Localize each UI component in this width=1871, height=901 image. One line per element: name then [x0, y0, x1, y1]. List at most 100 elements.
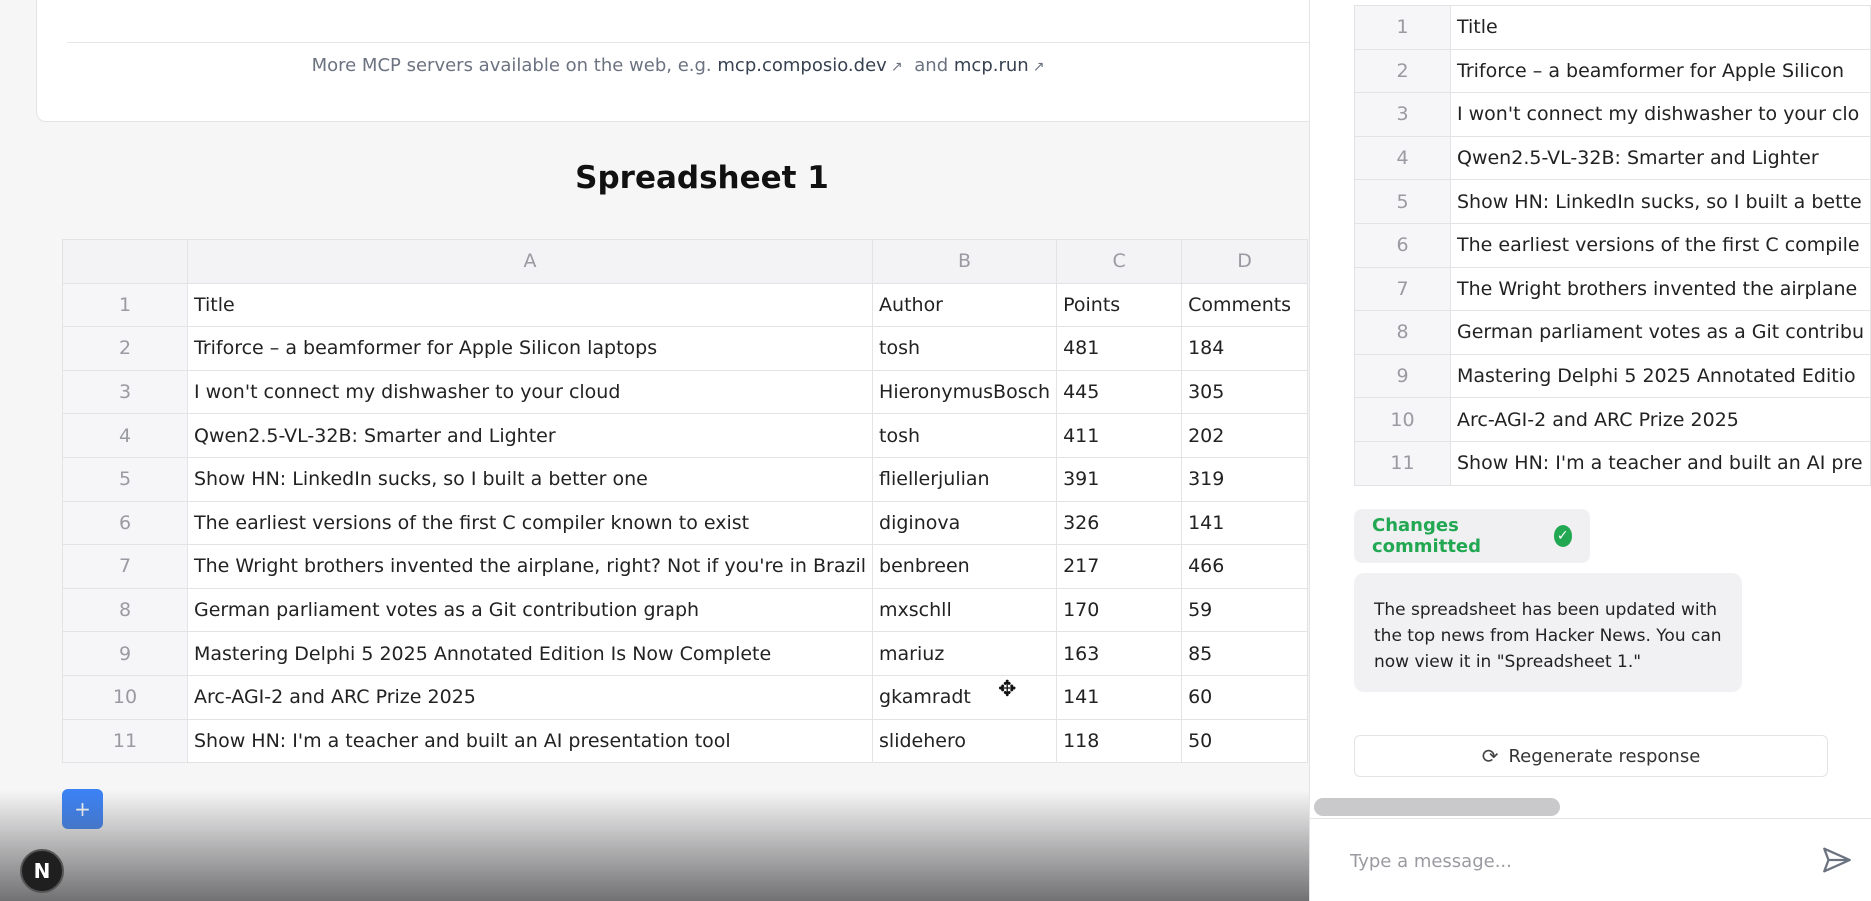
table-cell[interactable]: 118: [1056, 718, 1183, 764]
regenerate-button[interactable]: ⟳ Regenerate response: [1354, 735, 1828, 777]
message-input[interactable]: [1350, 841, 1790, 881]
table-cell[interactable]: 319: [1181, 456, 1309, 502]
table-cell[interactable]: 466: [1181, 544, 1309, 589]
table-cell[interactable]: 141: [1181, 500, 1309, 546]
table-cell: Qwen2.5-VL-32B: Smarter and Lighter: [1450, 135, 1871, 181]
row-number[interactable]: 6: [62, 500, 188, 546]
sheet-title: Spreadsheet 1: [575, 160, 829, 196]
table-cell: Arc-AGI-2 and ARC Prize 2025: [1450, 397, 1871, 442]
row-number[interactable]: 10: [62, 674, 188, 720]
table-row: 2 Triforce – a beamformer for Apple Silic…: [62, 326, 1309, 371]
table-cell: I won't connect my dishwasher to your cl…: [1450, 92, 1871, 137]
table-row: 10 Arc-AGI-2 and ARC Prize 2025 gkamradt 14…: [62, 674, 1309, 720]
table-cell[interactable]: Triforce – a beamformer for Apple Silico…: [186, 326, 874, 371]
chat-panel: 1 Title 2 Triforce – a beamformer for Apple…: [1309, 0, 1871, 901]
table-cell[interactable]: Author: [872, 282, 1058, 328]
table-cell[interactable]: 326: [1056, 500, 1183, 546]
table-cell[interactable]: mxschll: [872, 587, 1058, 633]
row-number[interactable]: 11: [62, 718, 188, 764]
table-cell[interactable]: The earliest versions of the first C com…: [186, 500, 874, 546]
table-cell[interactable]: 445: [1056, 369, 1183, 415]
table-row: 8 German parliament votes as a Git contri…: [1354, 310, 1871, 355]
table-cell[interactable]: 411: [1056, 413, 1183, 458]
chat-sheet-preview: 1 Title 2 Triforce – a beamformer for Apple…: [1354, 5, 1871, 486]
row-number[interactable]: 7: [62, 544, 188, 589]
mcp-run-link[interactable]: mcp.run: [954, 55, 1029, 76]
table-cell[interactable]: I won't connect my dishwasher to your cl…: [186, 369, 874, 415]
row-number: 2: [1354, 48, 1451, 94]
row-number: 1: [1354, 5, 1451, 50]
table-row: 4 Qwen2.5-VL-32B: Smarter and Lighter tosh…: [62, 413, 1309, 458]
table-cell[interactable]: Comments: [1181, 282, 1309, 328]
table-row: 1 Title: [1354, 5, 1871, 50]
table-cell[interactable]: 163: [1056, 631, 1183, 676]
table-cell[interactable]: fliellerjulian: [872, 456, 1058, 502]
table-cell[interactable]: benbreen: [872, 544, 1058, 589]
mcp-info-and: and: [914, 55, 949, 76]
column-header-c[interactable]: C: [1056, 239, 1183, 284]
table-row: 10 Arc-AGI-2 and ARC Prize 2025: [1354, 397, 1871, 442]
table-cell[interactable]: 217: [1056, 544, 1183, 589]
table-cell[interactable]: Title: [186, 282, 874, 328]
table-cell: German parliament votes as a Git contrib…: [1450, 310, 1871, 355]
table-cell[interactable]: 85: [1181, 631, 1309, 676]
table-cell[interactable]: diginova: [872, 500, 1058, 546]
table-cell[interactable]: Show HN: I'm a teacher and built an AI p…: [186, 718, 874, 764]
table-cell[interactable]: 141: [1056, 674, 1183, 720]
table-cell[interactable]: The Wright brothers invented the airplan…: [186, 544, 874, 589]
table-cell[interactable]: 50: [1181, 718, 1309, 764]
row-number[interactable]: 9: [62, 631, 188, 676]
table-cell[interactable]: mariuz: [872, 631, 1058, 676]
table-cell[interactable]: 391: [1056, 456, 1183, 502]
mcp-info-prefix: More MCP servers available on the web, e…: [311, 55, 718, 76]
table-cell[interactable]: 305: [1181, 369, 1309, 415]
nextjs-badge-icon[interactable]: N: [20, 849, 64, 893]
committed-label: Changes committed: [1372, 515, 1482, 557]
table-cell[interactable]: HieronymusBosch: [872, 369, 1058, 415]
table-cell[interactable]: 184: [1181, 326, 1309, 371]
table-row: 11 Show HN: I'm a teacher and built an AI…: [62, 718, 1309, 764]
table-cell[interactable]: Arc-AGI-2 and ARC Prize 2025: [186, 674, 874, 720]
horizontal-scrollbar[interactable]: [1314, 798, 1560, 816]
row-number: 5: [1354, 179, 1451, 224]
column-header-a[interactable]: A: [186, 239, 874, 284]
divider: [67, 42, 1309, 43]
row-number[interactable]: 3: [62, 369, 188, 415]
changes-committed-status: Changes committed ✓: [1354, 509, 1590, 563]
table-cell[interactable]: gkamradt: [872, 674, 1058, 720]
table-row: 9 Mastering Delphi 5 2025 Annotated Editi…: [62, 631, 1309, 676]
table-cell[interactable]: tosh: [872, 326, 1058, 371]
table-cell[interactable]: Show HN: LinkedIn sucks, so I built a be…: [186, 456, 874, 502]
table-cell[interactable]: 170: [1056, 587, 1183, 633]
column-header-d[interactable]: D: [1181, 239, 1309, 284]
send-icon[interactable]: [1820, 843, 1854, 877]
row-number[interactable]: 5: [62, 456, 188, 502]
table-cell[interactable]: Points: [1056, 282, 1183, 328]
table-cell: Mastering Delphi 5 2025 Annotated Editio: [1450, 353, 1871, 399]
table-cell: Show HN: I'm a teacher and built an AI p…: [1450, 440, 1871, 486]
table-cell[interactable]: 59: [1181, 587, 1309, 633]
spreadsheet-grid: A B C D 1 Title Author Points Comments 2 Trifo…: [62, 239, 1309, 764]
row-number[interactable]: 4: [62, 413, 188, 458]
add-row-button[interactable]: +: [62, 789, 103, 829]
mcp-card: More MCP servers available on the web, e…: [36, 0, 1309, 122]
table-cell[interactable]: Mastering Delphi 5 2025 Annotated Editio…: [186, 631, 874, 676]
table-cell[interactable]: Qwen2.5-VL-32B: Smarter and Lighter: [186, 413, 874, 458]
table-cell[interactable]: German parliament votes as a Git contrib…: [186, 587, 874, 633]
table-cell[interactable]: 202: [1181, 413, 1309, 458]
row-number[interactable]: 8: [62, 587, 188, 633]
mcp-composio-link[interactable]: mcp.composio.dev: [717, 55, 886, 76]
table-row: 4 Qwen2.5-VL-32B: Smarter and Lighter: [1354, 135, 1871, 181]
row-number[interactable]: 2: [62, 326, 188, 371]
table-cell[interactable]: 60: [1181, 674, 1309, 720]
table-row: 7 The Wright brothers invented the airpla…: [1354, 266, 1871, 312]
table-cell[interactable]: tosh: [872, 413, 1058, 458]
table-cell[interactable]: 481: [1056, 326, 1183, 371]
row-number: 10: [1354, 397, 1451, 442]
row-number: 4: [1354, 135, 1451, 181]
table-cell[interactable]: slidehero: [872, 718, 1058, 764]
move-cursor-icon: ✥: [998, 677, 1017, 702]
external-link-icon: ↗: [890, 59, 903, 75]
row-number[interactable]: 1: [62, 282, 188, 328]
column-header-b[interactable]: B: [872, 239, 1058, 284]
